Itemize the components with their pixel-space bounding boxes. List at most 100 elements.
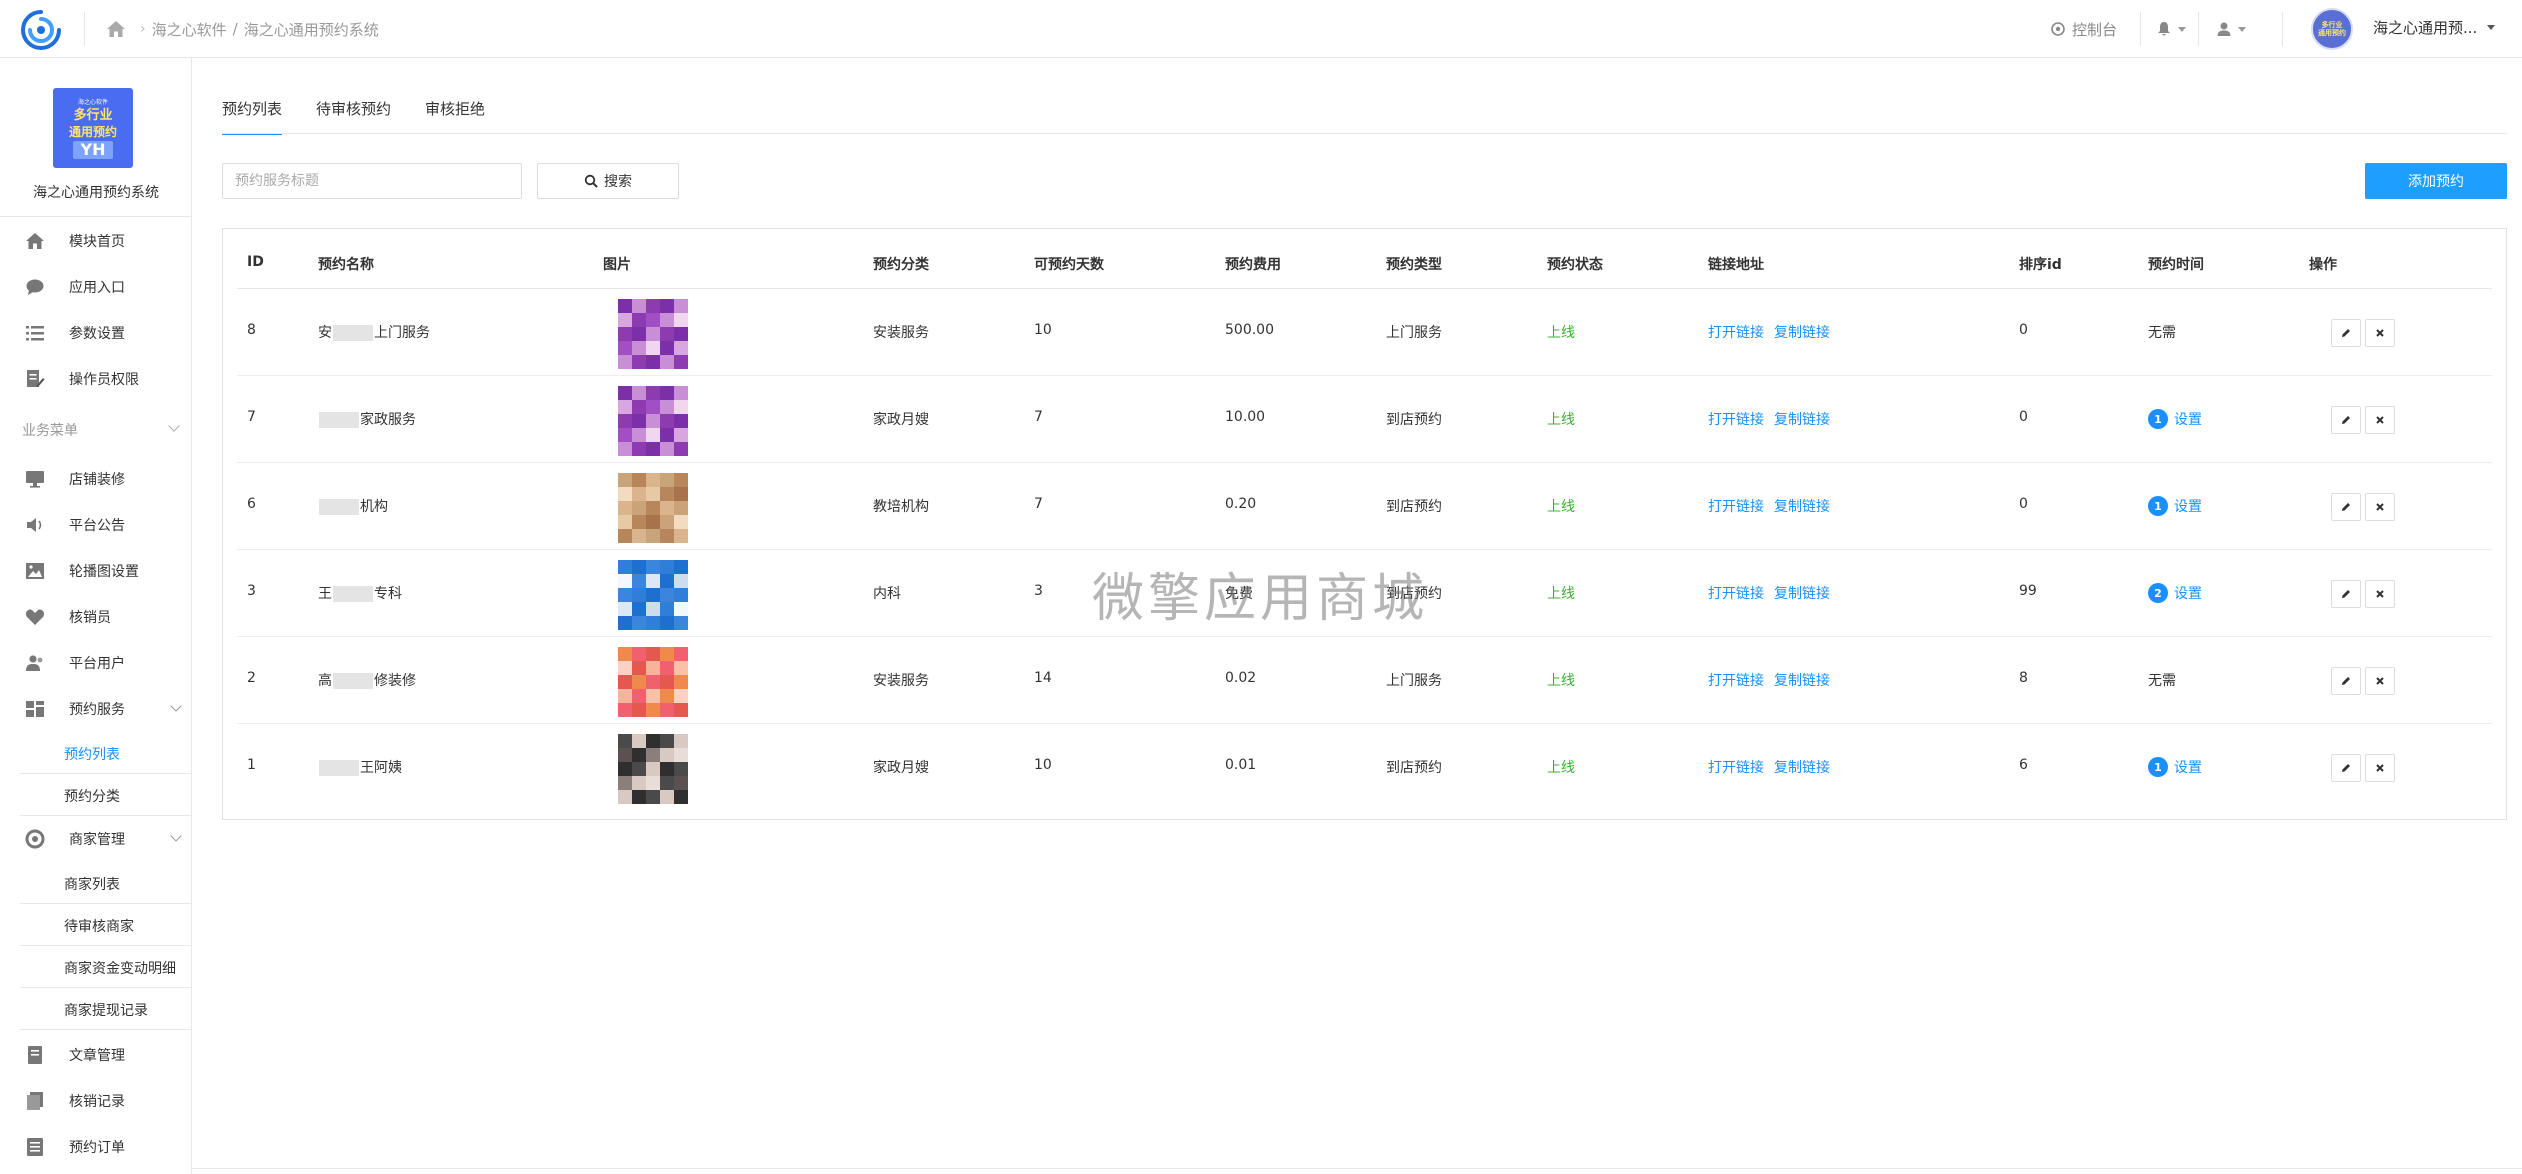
- delete-button[interactable]: [2365, 580, 2395, 608]
- breadcrumb-item[interactable]: 海之心软件: [152, 19, 227, 40]
- pencil-icon: [2342, 590, 2350, 598]
- cell-sort: 0: [2019, 409, 2028, 425]
- delete-button[interactable]: [2365, 754, 2395, 782]
- booking-time-setting[interactable]: 2 设置: [2148, 583, 2202, 603]
- column-header: 预约类型: [1386, 257, 1442, 273]
- tab-review-rejected[interactable]: 审核拒绝: [425, 95, 485, 135]
- tab-booking-list[interactable]: 预约列表: [222, 95, 283, 135]
- sidebar-item-app-entry[interactable]: 应用入口: [0, 264, 192, 310]
- bell-icon: [2158, 22, 2170, 36]
- copy-link[interactable]: 复制链接: [1774, 496, 1830, 516]
- edit-button[interactable]: [2331, 667, 2361, 695]
- sidebar-subitem-booking-list[interactable]: 预约列表: [20, 732, 192, 774]
- search-button[interactable]: 搜索: [537, 163, 679, 199]
- booking-time-setting[interactable]: 1 设置: [2148, 496, 2202, 516]
- open-link[interactable]: 打开链接: [1708, 409, 1764, 429]
- cell-sort: 8: [2019, 670, 2028, 686]
- copy-link[interactable]: 复制链接: [1774, 409, 1830, 429]
- sidebar-item-params[interactable]: 参数设置: [0, 310, 192, 356]
- edit-button[interactable]: [2331, 754, 2361, 782]
- settings-icon: [2051, 22, 2065, 36]
- sidebar-item-articles[interactable]: 文章管理: [0, 1032, 192, 1078]
- set-link: 设置: [2174, 412, 2202, 428]
- user-menu[interactable]: [2216, 16, 2246, 42]
- copy-link[interactable]: 复制链接: [1774, 322, 1830, 342]
- column-header: 可预约天数: [1034, 257, 1104, 273]
- top-bar: › 海之心软件 / 海之心通用预约系统 控制台 多行业 通用预约 海之心通用预..…: [0, 0, 2522, 58]
- chevron-down-icon: [170, 700, 182, 712]
- home-icon[interactable]: [104, 17, 128, 41]
- service-thumbnail: [618, 473, 688, 543]
- watermark: 微擎应用商城: [1092, 569, 1429, 629]
- delete-button[interactable]: [2365, 319, 2395, 347]
- notification-menu[interactable]: [2156, 16, 2186, 42]
- sidebar-subitem-merchant-funds[interactable]: 商家资金变动明细: [20, 946, 192, 988]
- cell-links: 打开链接 复制链接: [1708, 496, 1830, 516]
- column-header: 预约名称: [318, 257, 374, 273]
- cell-id: 7: [247, 409, 256, 425]
- sidebar-item-label: 商家管理: [69, 832, 125, 848]
- edit-button[interactable]: [2331, 493, 2361, 521]
- close-icon: [2376, 329, 2384, 337]
- sidebar-group-business[interactable]: 业务菜单: [0, 410, 192, 450]
- edit-button[interactable]: [2331, 406, 2361, 434]
- open-link[interactable]: 打开链接: [1708, 757, 1764, 777]
- delete-button[interactable]: [2365, 406, 2395, 434]
- chevron-down-icon: [170, 830, 182, 842]
- cell-fee: 0.01: [1225, 757, 1257, 773]
- sidebar-item-verify-records[interactable]: 核销记录: [0, 1078, 192, 1124]
- add-booking-button[interactable]: 添加预约: [2365, 163, 2507, 199]
- open-link[interactable]: 打开链接: [1708, 322, 1764, 342]
- cell-links: 打开链接 复制链接: [1708, 583, 1830, 603]
- sidebar-item-announcement[interactable]: 平台公告: [0, 502, 192, 548]
- sidebar-item-orders[interactable]: 预约订单: [0, 1124, 192, 1170]
- delete-button[interactable]: [2365, 493, 2395, 521]
- avatar[interactable]: 多行业 通用预约: [2311, 8, 2353, 50]
- edit-button[interactable]: [2331, 580, 2361, 608]
- search-input[interactable]: [222, 163, 522, 199]
- topbar-divider: [2282, 12, 2283, 46]
- booking-time-setting[interactable]: 1 设置: [2148, 757, 2202, 777]
- sidebar-subitem-merchant-list[interactable]: 商家列表: [20, 862, 192, 904]
- sidebar-item-shop-decor[interactable]: 店铺装修: [0, 456, 192, 502]
- brand-logo-text: 多行业: [73, 108, 113, 123]
- sidebar-item-platform-users[interactable]: 平台用户: [0, 640, 192, 686]
- cell-fee: 10.00: [1225, 409, 1266, 425]
- open-link[interactable]: 打开链接: [1708, 670, 1764, 690]
- tab-pending-review[interactable]: 待审核预约: [316, 95, 391, 135]
- service-thumbnail: [618, 386, 688, 456]
- sidebar-item-merchant[interactable]: 商家管理: [0, 816, 192, 862]
- copy-link[interactable]: 复制链接: [1774, 757, 1830, 777]
- edit-button[interactable]: [2331, 319, 2361, 347]
- speaker-icon: [24, 514, 46, 536]
- sidebar-item-booking-service[interactable]: 预约服务: [0, 686, 192, 732]
- cell-name-part: 机构: [360, 499, 388, 515]
- delete-button[interactable]: [2365, 667, 2395, 695]
- column-header: 排序id: [2019, 257, 2062, 273]
- breadcrumb-item[interactable]: 海之心通用预约系统: [244, 19, 379, 40]
- sidebar-item-operator-perm[interactable]: 操作员权限: [0, 356, 192, 402]
- sidebar-subitem-booking-category[interactable]: 预约分类: [20, 774, 192, 816]
- service-thumbnail: [618, 299, 688, 369]
- app-logo-icon[interactable]: [18, 7, 64, 53]
- close-icon: [2376, 590, 2384, 598]
- sidebar-subitem-pending-merchant[interactable]: 待审核商家: [20, 904, 192, 946]
- sidebar-item-verifier[interactable]: 核销员: [0, 594, 192, 640]
- console-button[interactable]: 控制台: [2050, 16, 2117, 42]
- open-link[interactable]: 打开链接: [1708, 583, 1764, 603]
- cell-links: 打开链接 复制链接: [1708, 670, 1830, 690]
- copy-link[interactable]: 复制链接: [1774, 670, 1830, 690]
- column-header: 预约状态: [1547, 257, 1603, 273]
- search-button-label: 搜索: [604, 174, 632, 190]
- booking-time-setting[interactable]: 1 设置: [2148, 409, 2202, 429]
- sidebar-item-banner[interactable]: 轮播图设置: [0, 548, 192, 594]
- copy-link[interactable]: 复制链接: [1774, 583, 1830, 603]
- open-link[interactable]: 打开链接: [1708, 496, 1764, 516]
- count-badge: 1: [2148, 496, 2168, 516]
- cell-name: 高 修装修: [318, 670, 416, 690]
- sidebar-subitem-withdrawals[interactable]: 商家提现记录: [20, 988, 192, 1030]
- cell-id: 3: [247, 583, 256, 599]
- sidebar-item-module-home[interactable]: 模块首页: [0, 218, 192, 264]
- tab-bar: 预约列表 待审核预约 审核拒绝: [222, 95, 519, 135]
- account-menu[interactable]: 海之心通用预...: [2373, 17, 2496, 38]
